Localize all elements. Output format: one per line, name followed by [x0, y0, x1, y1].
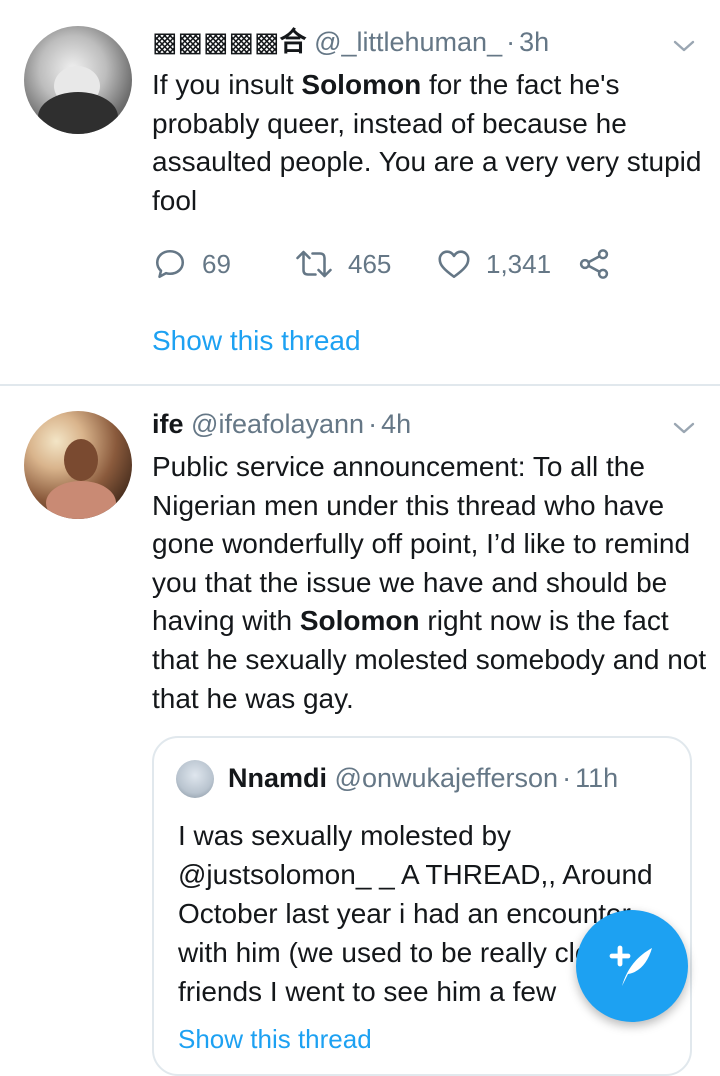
avatar-ife[interactable]	[24, 411, 132, 519]
quote-show-thread-link[interactable]: Show this thread	[178, 1022, 372, 1056]
reply-button[interactable]: 69	[152, 244, 231, 284]
show-thread-link[interactable]: Show this thread	[152, 322, 361, 360]
display-name[interactable]: ife	[152, 409, 184, 439]
retweet-button[interactable]: 465	[294, 244, 391, 284]
timestamp[interactable]: 3h	[519, 27, 549, 57]
quoted-tweet[interactable]: Nnamdi @onwukajefferson · 11h I was sexual…	[152, 736, 692, 1076]
tweet-divider	[0, 384, 720, 386]
tweet-text: If you insult Solomon for the fact he's …	[152, 69, 702, 216]
handle[interactable]: @ifeafolayann	[191, 409, 364, 439]
quote-handle: @onwukajefferson	[334, 763, 559, 793]
chevron-down-icon[interactable]	[672, 34, 696, 58]
share-icon	[579, 249, 609, 279]
quote-display-name: Nnamdi	[228, 763, 328, 793]
like-button[interactable]: 1,341	[436, 244, 551, 284]
heart-icon	[438, 250, 470, 279]
tweet-actions: 69 465 1,341	[152, 244, 632, 284]
retweet-icon	[296, 250, 332, 278]
mention-solomon: Solomon	[301, 69, 422, 100]
retweet-count: 465	[348, 248, 392, 279]
display-name[interactable]: ▩▩▩▩▩合	[152, 27, 307, 57]
reply-count: 69	[202, 248, 231, 279]
quote-timestamp: 11h	[575, 763, 619, 793]
reply-icon	[155, 249, 185, 279]
quote-header: Nnamdi @onwukajefferson · 11h	[228, 763, 619, 793]
tweet-text: Public service announcement: To all the …	[152, 451, 707, 714]
handle[interactable]: @_littlehuman_	[314, 27, 502, 57]
tweet-header: ife @ifeafolayann · 4h	[152, 409, 412, 439]
quote-avatar	[176, 760, 214, 798]
chevron-down-icon[interactable]	[672, 416, 696, 440]
avatar-littlehuman[interactable]	[24, 26, 132, 134]
compose-tweet-icon	[609, 945, 652, 986]
compose-tweet-button[interactable]	[576, 910, 688, 1022]
mention-solomon: Solomon	[299, 605, 420, 637]
share-button[interactable]	[576, 244, 612, 284]
timestamp[interactable]: 4h	[381, 409, 411, 439]
tweet-header: ▩▩▩▩▩合 @_littlehuman_ · 3h	[152, 27, 550, 57]
like-count: 1,341	[486, 248, 552, 279]
